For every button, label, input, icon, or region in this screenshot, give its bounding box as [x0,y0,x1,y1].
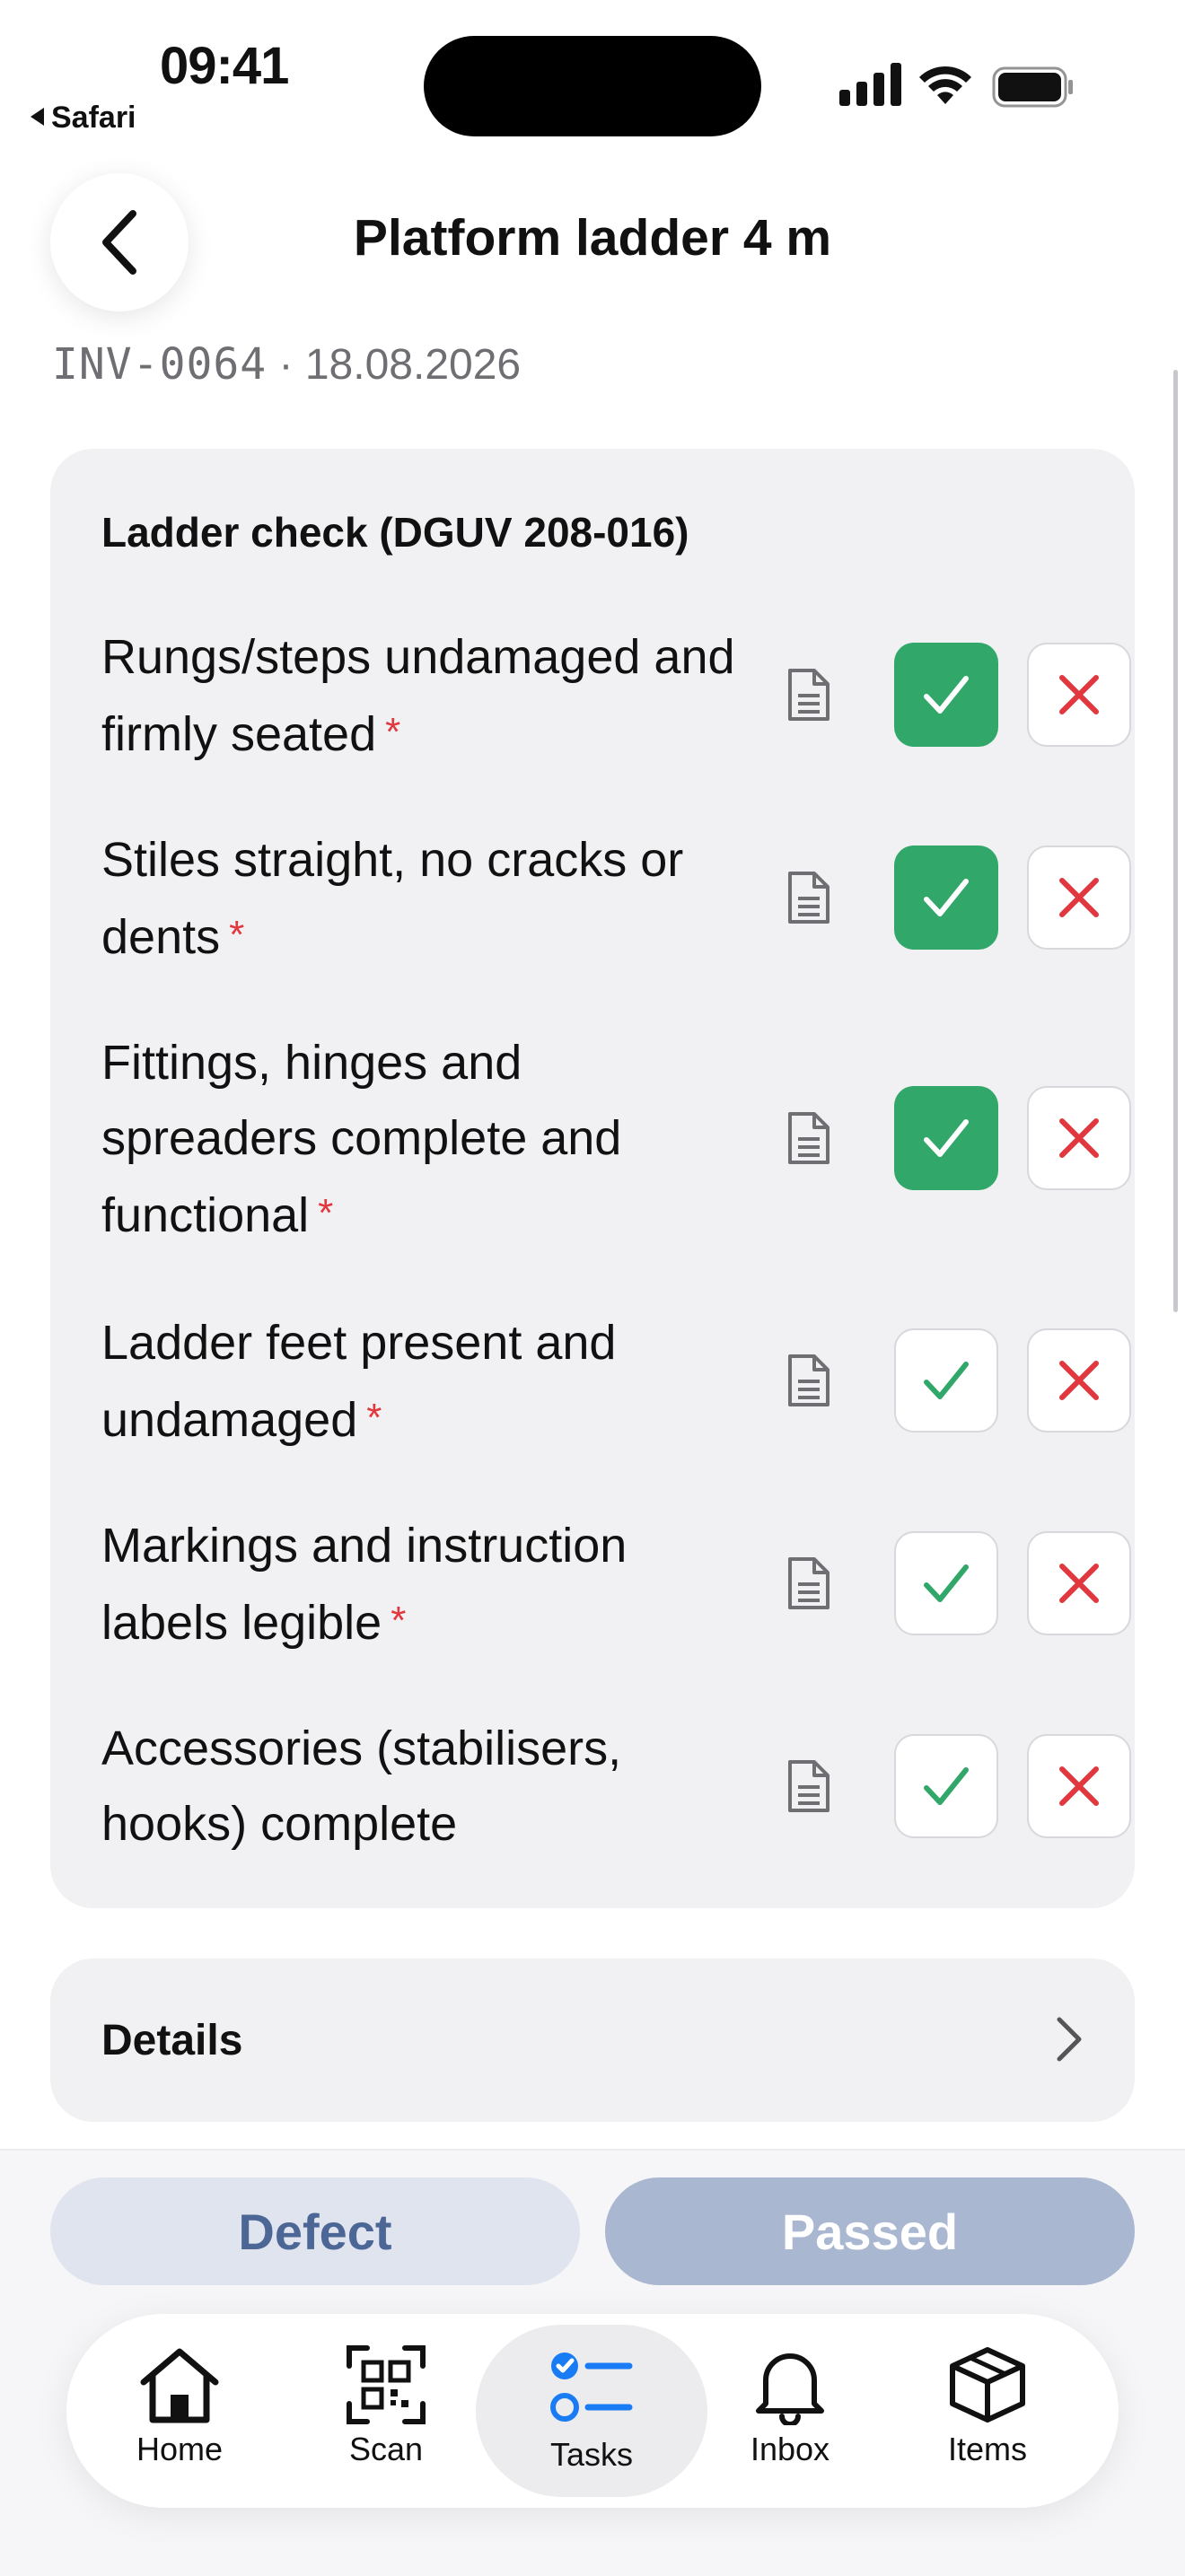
tab-tasks[interactable]: Tasks [476,2325,707,2497]
dynamic-island [424,36,761,136]
required-asterisk: * [318,1191,334,1235]
mark-passed-button[interactable] [894,1328,998,1433]
mark-passed-button[interactable] [894,1531,998,1635]
checklist-item: Stiles straight, no cracks or dents * [101,822,1131,975]
note-document-icon[interactable] [786,1353,832,1408]
tab-label-inbox: Inbox [750,2431,830,2467]
item-meta: INV-0064 · 18.08.2026 [52,339,521,390]
note-document-icon[interactable] [786,1110,832,1166]
checklist-item-text: Stiles straight, no cracks or dents [101,833,684,964]
scrollbar[interactable] [1173,370,1178,1312]
checklist-item: Accessories (stabilisers, hooks) complet… [101,1711,1131,1862]
checklist-item: Fittings, hinges and spreaders complete … [101,1025,1131,1253]
tab-inbox[interactable]: Inbox [691,2314,889,2508]
mark-failed-button[interactable] [1027,846,1131,950]
checklist-title: Ladder check (DGUV 208-016) [101,509,689,556]
required-asterisk: * [366,1396,382,1440]
details-label: Details [101,2017,243,2064]
chevron-left-icon [102,210,136,275]
tab-label-items: Items [947,2431,1027,2467]
note-document-icon[interactable] [786,870,832,925]
box-icon [950,2347,1025,2423]
cellular-signal-icon [839,63,901,106]
x-close-icon [1059,1564,1099,1603]
x-close-icon [1059,675,1099,714]
checklist-item: Markings and instruction labels legible * [101,1508,1131,1660]
page-title: Platform ladder 4 m [353,209,832,267]
tab-label-home: Home [136,2431,224,2467]
battery-icon [992,66,1073,108]
required-asterisk: * [229,913,245,957]
tab-home[interactable]: Home [81,2314,278,2508]
note-document-icon[interactable] [786,1555,832,1611]
inspection-date: 18.08.2026 [304,341,522,389]
checklist-item-label: Ladder feet present and undamaged * [101,1305,748,1458]
x-close-icon [1059,1361,1099,1400]
checklist-item-text: Ladder feet present and undamaged [101,1316,617,1447]
home-icon [140,2348,219,2423]
required-asterisk: * [385,710,401,754]
mark-passed-button[interactable] [894,643,998,747]
checkmark-icon [924,879,969,916]
mark-failed-button[interactable] [1027,643,1131,747]
bell-icon [756,2353,824,2425]
mark-passed-button[interactable] [894,1734,998,1838]
checklist-item-label: Accessories (stabilisers, hooks) complet… [101,1711,748,1862]
status-bar: 09:41 Safari [0,0,1185,153]
checklist-item: Rungs/steps undamaged and firmly seated * [101,619,1131,772]
details-row[interactable]: Details [50,1958,1135,2122]
x-close-icon [1059,878,1099,917]
inventory-id: INV-0064 [52,339,268,390]
tasks-icon [550,2353,633,2422]
checkmark-icon [924,1767,969,1805]
checklist-card: Ladder check (DGUV 208-016) Rungs/steps … [50,449,1135,1908]
tab-bar: Home Scan Tasks Inbox Items [66,2314,1119,2508]
checklist-item-text: Accessories (stabilisers, hooks) complet… [101,1722,622,1851]
tab-label-tasks: Tasks [549,2436,634,2473]
x-close-icon [1059,1118,1099,1158]
required-asterisk: * [391,1599,407,1643]
defect-button[interactable]: Defect [50,2177,580,2285]
back-to-app-link[interactable]: Safari [31,101,136,136]
checkmark-icon [924,1564,969,1602]
checklist-item-label: Rungs/steps undamaged and firmly seated * [101,619,748,772]
mark-failed-button[interactable] [1027,1328,1131,1433]
wifi-icon [919,66,971,104]
checkmark-icon [924,1119,969,1157]
status-time: 09:41 [160,37,289,95]
qr-scan-icon [347,2345,426,2424]
mark-passed-button[interactable] [894,1086,998,1190]
checkmark-icon [924,1362,969,1399]
mark-passed-button[interactable] [894,846,998,950]
checklist-item-text: Markings and instruction labels legible [101,1519,628,1650]
meta-separator: · [278,341,294,389]
x-close-icon [1059,1766,1099,1806]
back-button[interactable] [50,173,189,311]
checklist-item-text: Fittings, hinges and spreaders complete … [101,1036,622,1242]
note-document-icon[interactable] [786,1758,832,1814]
back-app-label: Safari [51,101,136,135]
mark-failed-button[interactable] [1027,1086,1131,1190]
back-triangle-icon [31,108,44,126]
mark-failed-button[interactable] [1027,1531,1131,1635]
checkmark-icon [924,676,969,714]
chevron-right-icon [1057,2017,1082,2062]
tab-label-scan: Scan [348,2431,424,2467]
tab-items[interactable]: Items [889,2314,1086,2508]
checklist-item-text: Rungs/steps undamaged and firmly seated [101,630,735,761]
checklist-item-label: Fittings, hinges and spreaders complete … [101,1025,748,1253]
passed-button[interactable]: Passed [605,2177,1135,2285]
note-document-icon[interactable] [786,667,832,723]
checklist-item-label: Markings and instruction labels legible * [101,1508,748,1660]
checklist-item-label: Stiles straight, no cracks or dents * [101,822,748,975]
tab-scan[interactable]: Scan [287,2314,485,2508]
navigation-header: Platform ladder 4 m [0,162,1185,314]
checklist-item: Ladder feet present and undamaged * [101,1305,1131,1458]
mark-failed-button[interactable] [1027,1734,1131,1838]
